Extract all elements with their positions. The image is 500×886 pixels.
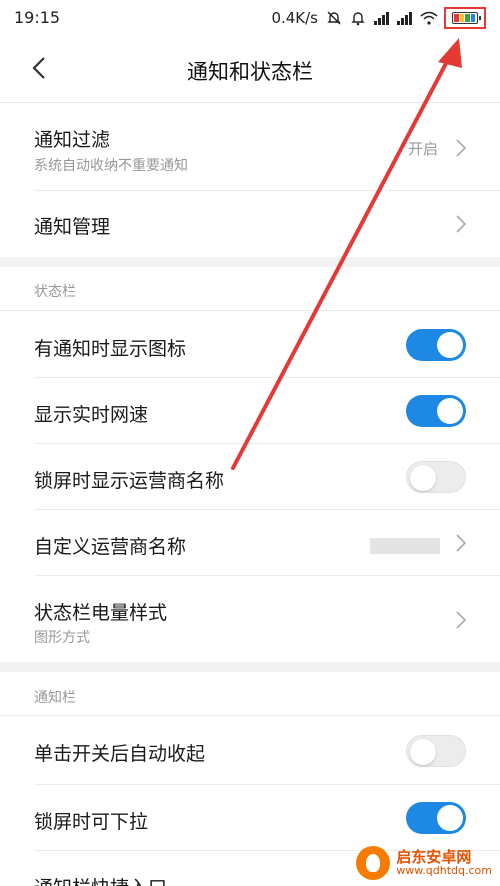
battery-icon [452,12,481,24]
show-icon-on-notification-toggle[interactable] [406,329,466,361]
bell-icon [350,10,366,26]
notification-filter-row[interactable]: 通知过滤 系统自动收纳不重要通知 开启 [0,103,500,191]
notification-manage-row[interactable]: 通知管理 [0,191,500,257]
section-label-status-bar: 状态栏 [34,284,76,300]
divider [0,715,500,716]
page-title: 通知和状态栏 [187,60,313,84]
notification-filter-title: 通知过滤 [34,129,111,151]
divider [0,310,500,311]
notification-bar-section-header: 通知栏 [0,672,500,716]
section-gap [0,257,500,267]
notification-filter-value: 开启 [407,140,438,158]
battery-style-title: 状态栏电量样式 [34,602,168,624]
show-net-speed-row[interactable]: 显示实时网速 [0,378,500,444]
status-icons: 0.4K/s [271,6,486,30]
section-gap [0,662,500,672]
custom-carrier-row[interactable]: 自定义运营商名称 [0,510,500,576]
lockscreen-pulldown-toggle[interactable] [406,802,466,834]
auto-collapse-row[interactable]: 单击开关后自动收起 [0,717,500,785]
show-icon-on-notification-row[interactable]: 有通知时显示图标 [0,312,500,378]
signal-icon [397,11,412,25]
watermark-line1: 启东安卓网 [396,847,472,866]
auto-collapse-toggle[interactable] [406,735,466,767]
carrier-name-value-blurred [370,538,440,554]
watermark-logo-icon [356,846,391,880]
wifi-icon [420,10,438,26]
lockscreen-carrier-title: 锁屏时显示运营商名称 [34,470,225,492]
app-header: 通知和状态栏 [0,36,500,103]
lockscreen-carrier-toggle[interactable] [406,461,466,493]
net-speed: 0.4K/s [271,9,318,27]
status-bar: 19:15 0.4K/s [0,0,500,36]
battery-style-subtitle: 图形方式 [34,630,90,646]
chevron-right-icon [454,532,468,554]
battery-style-row[interactable]: 状态栏电量样式 图形方式 [0,576,500,662]
show-icon-on-notification-title: 有通知时显示图标 [34,338,187,360]
show-net-speed-title: 显示实时网速 [34,404,149,426]
status-time: 19:15 [14,8,61,27]
notification-manage-title: 通知管理 [34,216,111,238]
section-label-notification-bar: 通知栏 [34,690,76,706]
show-net-speed-toggle[interactable] [406,395,466,427]
status-bar-section-header: 状态栏 [0,267,500,311]
chevron-right-icon [454,213,468,235]
lockscreen-pulldown-row[interactable]: 锁屏时可下拉 [0,785,500,851]
auto-collapse-title: 单击开关后自动收起 [34,743,206,765]
watermark: 启东安卓网 www.qdhtdq.com [356,846,492,880]
notification-filter-subtitle: 系统自动收纳不重要通知 [34,158,188,174]
chevron-right-icon [454,137,468,159]
lockscreen-carrier-row[interactable]: 锁屏时显示运营商名称 [0,444,500,510]
custom-carrier-title: 自定义运营商名称 [34,536,187,558]
notification-shortcut-title: 通知栏快捷入口 [34,873,167,886]
battery-highlight-box [444,7,486,29]
watermark-line2: www.qdhtdq.com [396,864,492,878]
lockscreen-pulldown-title: 锁屏时可下拉 [34,811,149,833]
signal-icon [374,11,389,25]
mute-notification-icon [326,10,342,26]
chevron-right-icon [454,609,468,631]
